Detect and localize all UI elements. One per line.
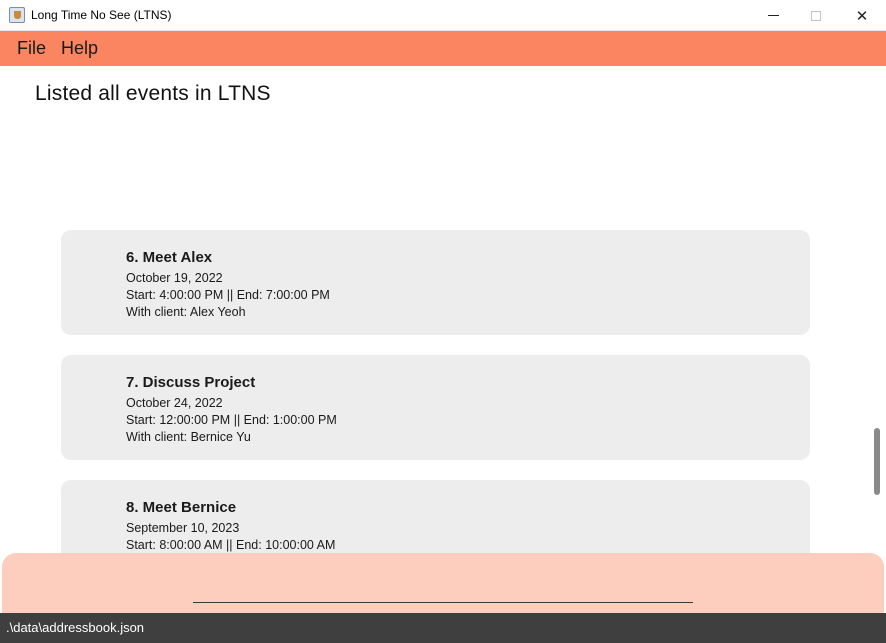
event-title: 7. Discuss Project [126,374,256,391]
window-title: Long Time No See (LTNS) [31,8,172,22]
event-date: October 19, 2022 [126,271,223,285]
menu-file[interactable]: File [17,38,46,59]
event-title: 6. Meet Alex [126,249,213,266]
title-bar: Long Time No See (LTNS) ✕ [0,0,886,31]
maximize-icon [811,10,821,21]
minimize-button[interactable] [750,0,796,31]
menu-bar: File Help [0,31,886,66]
event-time: Start: 8:00:00 AM || End: 10:00:00 AM [126,538,336,552]
event-date: October 24, 2022 [126,396,223,410]
event-date: September 10, 2023 [126,521,240,535]
menu-help[interactable]: Help [61,38,98,59]
app-icon [9,7,25,23]
event-card[interactable]: 7. Discuss Project October 24, 2022 Star… [61,355,810,460]
event-time: Start: 12:00:00 PM || End: 1:00:00 PM [126,413,337,427]
close-icon: ✕ [855,7,869,25]
save-file-path: .\data\addressbook.json [6,620,145,635]
status-bar: .\data\addressbook.json [0,613,886,643]
event-list-scrollbar[interactable] [874,428,880,495]
event-client: With client: Alex Yeoh [126,305,246,319]
close-button[interactable]: ✕ [839,0,885,31]
minimize-icon [767,15,779,16]
command-input[interactable] [193,573,693,603]
event-title: 8. Meet Bernice [126,499,237,516]
event-client: With client: Bernice Yu [126,430,251,444]
event-time: Start: 4:00:00 PM || End: 7:00:00 PM [126,288,330,302]
event-card[interactable]: 6. Meet Alex October 19, 2022 Start: 4:0… [61,230,810,335]
result-display: Listed all events in LTNS [35,82,271,105]
command-box [2,553,884,615]
maximize-button[interactable] [793,0,839,31]
